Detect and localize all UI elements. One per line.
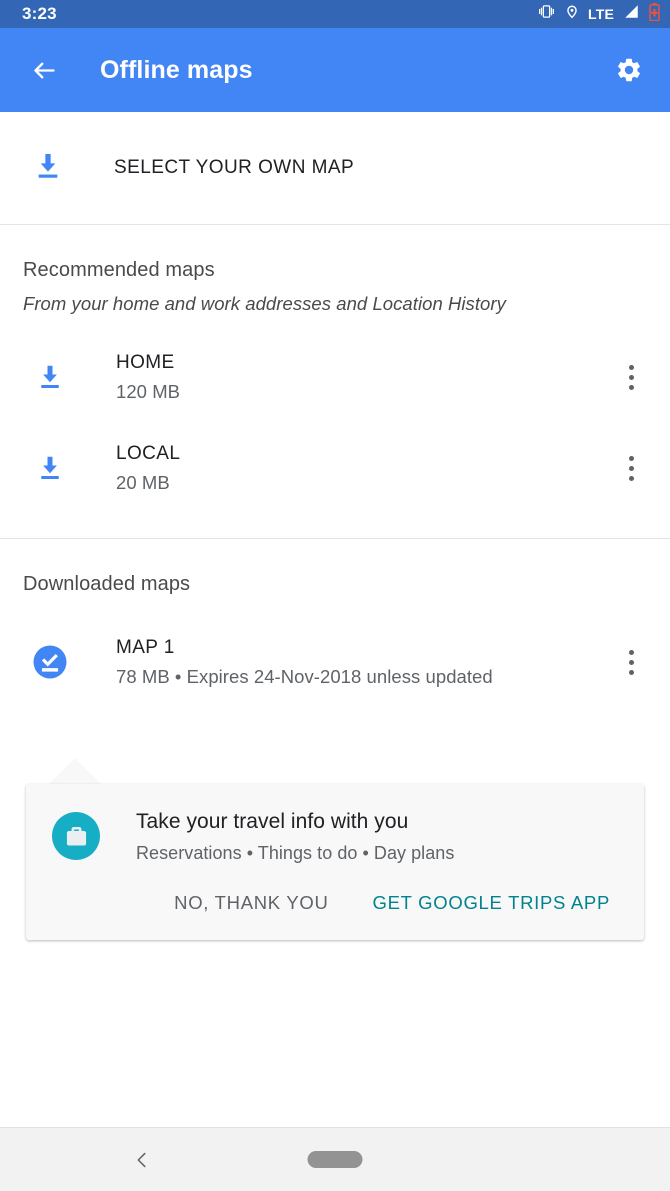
content-area: SELECT YOUR OWN MAP Recommended maps Fro…: [0, 112, 670, 940]
recommended-maps-subtitle: From your home and work addresses and Lo…: [23, 293, 506, 314]
promo-card: Take your travel info with you Reservati…: [26, 784, 644, 940]
select-your-own-map-row[interactable]: SELECT YOUR OWN MAP: [0, 112, 670, 224]
more-vert-icon[interactable]: [616, 642, 646, 682]
promo-card-texts: Take your travel info with you Reservati…: [136, 810, 454, 864]
recommended-map-size: 120 MB: [116, 380, 181, 402]
app-bar: Offline maps: [0, 28, 670, 112]
status-bar: 3:23 LTE: [0, 0, 670, 28]
downloaded-maps-title: Downloaded maps: [23, 573, 191, 595]
no-thank-you-button[interactable]: NO, THANK YOU: [172, 886, 330, 920]
status-icons: LTE: [537, 2, 660, 26]
recommended-map-texts: HOME 120 MB: [116, 352, 670, 402]
chevron-back-icon[interactable]: [120, 1138, 164, 1182]
downloaded-map-texts: MAP 1 78 MB • Expires 24-Nov-2018 unless…: [116, 637, 670, 687]
downloaded-maps-section: Downloaded maps MAP 1 78 MB • Expires 24…: [0, 539, 670, 700]
downloaded-map-row[interactable]: MAP 1 78 MB • Expires 24-Nov-2018 unless…: [0, 624, 670, 700]
network-type-label: LTE: [587, 6, 614, 22]
downloaded-map-details: 78 MB • Expires 24-Nov-2018 unless updat…: [116, 665, 493, 687]
select-your-own-map-label: SELECT YOUR OWN MAP: [114, 157, 355, 178]
promo-card-top: Take your travel info with you Reservati…: [52, 810, 622, 864]
recommended-maps-title: Recommended maps: [23, 259, 215, 281]
system-navigation-bar: [0, 1127, 670, 1191]
promo-card-title: Take your travel info with you: [136, 810, 409, 833]
recommended-maps-section: Recommended maps From your home and work…: [0, 225, 670, 538]
downloaded-check-icon: [32, 640, 68, 684]
download-icon: [32, 362, 68, 392]
location-pin-icon: [565, 3, 579, 25]
promo-card-actions: NO, THANK YOU GET GOOGLE TRIPS APP: [52, 886, 622, 926]
get-google-trips-app-button[interactable]: GET GOOGLE TRIPS APP: [371, 886, 612, 920]
promo-card-pointer: [49, 758, 101, 784]
recommended-map-row-home[interactable]: HOME 120 MB: [0, 339, 670, 415]
recommended-map-row-local[interactable]: LOCAL 20 MB: [0, 430, 670, 506]
downloaded-map-name: MAP 1: [116, 636, 175, 658]
home-pill-icon[interactable]: [307, 1151, 363, 1168]
promo-card-subtitle: Reservations • Things to do • Day plans: [136, 843, 455, 863]
back-arrow-icon[interactable]: [22, 48, 66, 92]
travel-bag-icon: [52, 812, 100, 860]
more-vert-icon[interactable]: [616, 448, 646, 488]
download-icon: [32, 453, 68, 483]
status-time: 3:23: [22, 4, 57, 23]
gear-icon[interactable]: [606, 47, 652, 93]
vibrate-icon: [537, 4, 556, 24]
page-title: Offline maps: [100, 55, 253, 84]
signal-icon: [623, 4, 640, 24]
recommended-map-name: LOCAL: [116, 442, 181, 464]
recommended-map-name: HOME: [116, 351, 175, 373]
recommended-map-texts: LOCAL 20 MB: [116, 443, 670, 493]
battery-charging-icon: [649, 2, 660, 26]
promo-card-wrapper: Take your travel info with you Reservati…: [26, 758, 644, 940]
download-icon: [32, 150, 64, 187]
recommended-map-size: 20 MB: [116, 471, 170, 493]
more-vert-icon[interactable]: [616, 357, 646, 397]
